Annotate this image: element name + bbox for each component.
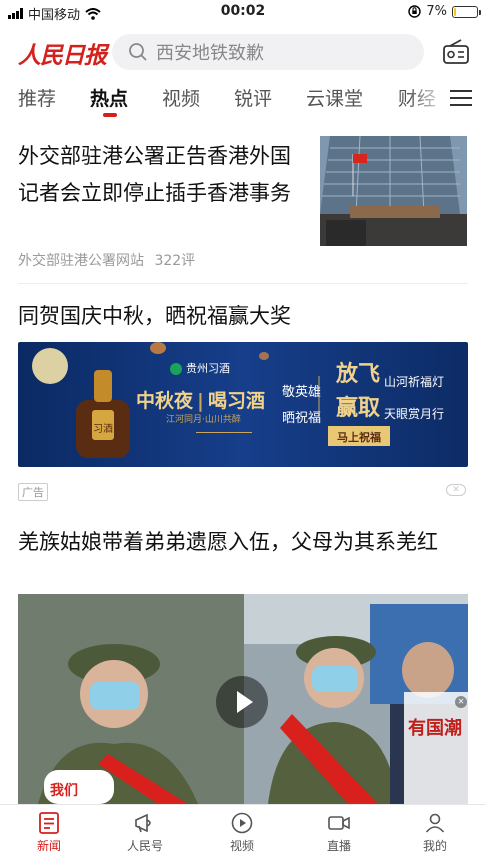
brand-logo-icon	[170, 363, 182, 375]
tabbar-mine-label: 我的	[422, 839, 447, 853]
person-icon	[425, 813, 445, 833]
tabbar-live[interactable]: 直播	[304, 811, 374, 854]
tab-hot[interactable]: 热点	[90, 84, 128, 111]
close-icon[interactable]: ✕	[455, 696, 467, 708]
ad-close-icon[interactable]: ✕	[446, 484, 466, 496]
ad-right-words: 山河祈福灯 天眼赏月行	[384, 375, 445, 421]
search-placeholder: 西安地铁致歉	[156, 43, 264, 64]
ad-big-words: 放飞 赢取	[336, 362, 381, 421]
ad-cta[interactable]: 马上祝福	[328, 429, 390, 445]
tab-commentary[interactable]: 锐评	[234, 84, 272, 111]
search-bar[interactable]: 西安地铁致歉	[112, 34, 424, 70]
app-logo[interactable]: 人民日报	[18, 36, 107, 70]
tabbar-people[interactable]: 人民号	[110, 811, 180, 854]
ad-headline: 中秋夜 | 喝习酒	[136, 390, 265, 412]
news-source: 外交部驻港公署网站	[18, 253, 144, 269]
play-icon	[237, 691, 253, 713]
tabbar-news-label: 新闻	[36, 839, 61, 853]
ad-title[interactable]: 同贺国庆中秋，晒祝福赢大奖	[18, 300, 291, 330]
video-thumbnail[interactable]: 我们 有国潮 ✕	[18, 594, 468, 804]
camera-icon	[328, 816, 350, 830]
news-item-1[interactable]: 外交部驻港公署正告香港外国记者会立即停止插手香港事务 外交部驻港公署网站 322…	[0, 130, 486, 280]
status-bar: 中国移动 00:02 7%	[0, 0, 486, 24]
active-tab-indicator	[103, 113, 117, 117]
tabbar-live-label: 直播	[326, 839, 351, 853]
news-icon	[39, 812, 59, 834]
menu-icon[interactable]	[450, 90, 472, 108]
battery-percent: 7%	[426, 4, 447, 19]
megaphone-icon	[135, 813, 151, 833]
radio-icon[interactable]	[442, 38, 470, 66]
building-photo	[320, 136, 467, 246]
video-stamp: 我们	[50, 783, 78, 799]
ad-left-words: 敬英雄 晒祝福	[282, 385, 322, 426]
ad-brand: 贵州习酒	[170, 360, 230, 376]
news-thumbnail[interactable]	[320, 136, 467, 246]
bottom-tab-bar: 新闻 人民号 视频 直播 我的	[0, 804, 486, 864]
news-title[interactable]: 外交部驻港公署正告香港外国记者会立即停止插手香港事务	[18, 138, 308, 212]
section-gap	[0, 510, 486, 518]
video-badge: 有国潮	[408, 718, 462, 739]
tab-recommend[interactable]: 推荐	[18, 84, 56, 111]
play-button[interactable]	[216, 676, 268, 728]
tab-cloud-class[interactable]: 云课堂	[306, 84, 363, 111]
news-comments: 322评	[154, 253, 196, 269]
channel-tabs: 推荐 热点 视频 锐评 云课堂 财经	[0, 80, 486, 120]
news-meta: 外交部驻港公署网站 322评	[18, 250, 195, 270]
ad-banner[interactable]: 习酒 贵州习酒 中秋夜 | 喝习酒 江河同月·山川共醉 敬英雄 晒祝福 放飞 赢取 …	[18, 342, 468, 467]
orientation-lock-icon	[408, 5, 422, 18]
search-icon	[129, 43, 147, 61]
ad-subline: 江河同月·山川共醉	[166, 415, 241, 425]
status-right: 7%	[408, 4, 481, 19]
tabbar-people-label: 人民号	[126, 839, 163, 853]
play-circle-icon	[231, 812, 253, 834]
tabbar-video[interactable]: 视频	[207, 811, 277, 854]
bottle-label: 习酒	[93, 424, 113, 435]
divider	[18, 283, 468, 284]
tabbar-news[interactable]: 新闻	[14, 811, 84, 854]
tabbar-mine[interactable]: 我的	[400, 811, 470, 854]
battery-icon	[452, 5, 481, 18]
news-title[interactable]: 羌族姑娘带着弟弟遗愿入伍，父母为其系羌红	[18, 524, 468, 561]
tab-fade	[408, 80, 448, 116]
app-header: 人民日报 西安地铁致歉	[0, 30, 486, 74]
ad-tag: 广告	[18, 483, 48, 501]
battery-fill	[454, 7, 456, 16]
tab-video[interactable]: 视频	[162, 84, 200, 111]
tabbar-video-label: 视频	[229, 839, 254, 853]
